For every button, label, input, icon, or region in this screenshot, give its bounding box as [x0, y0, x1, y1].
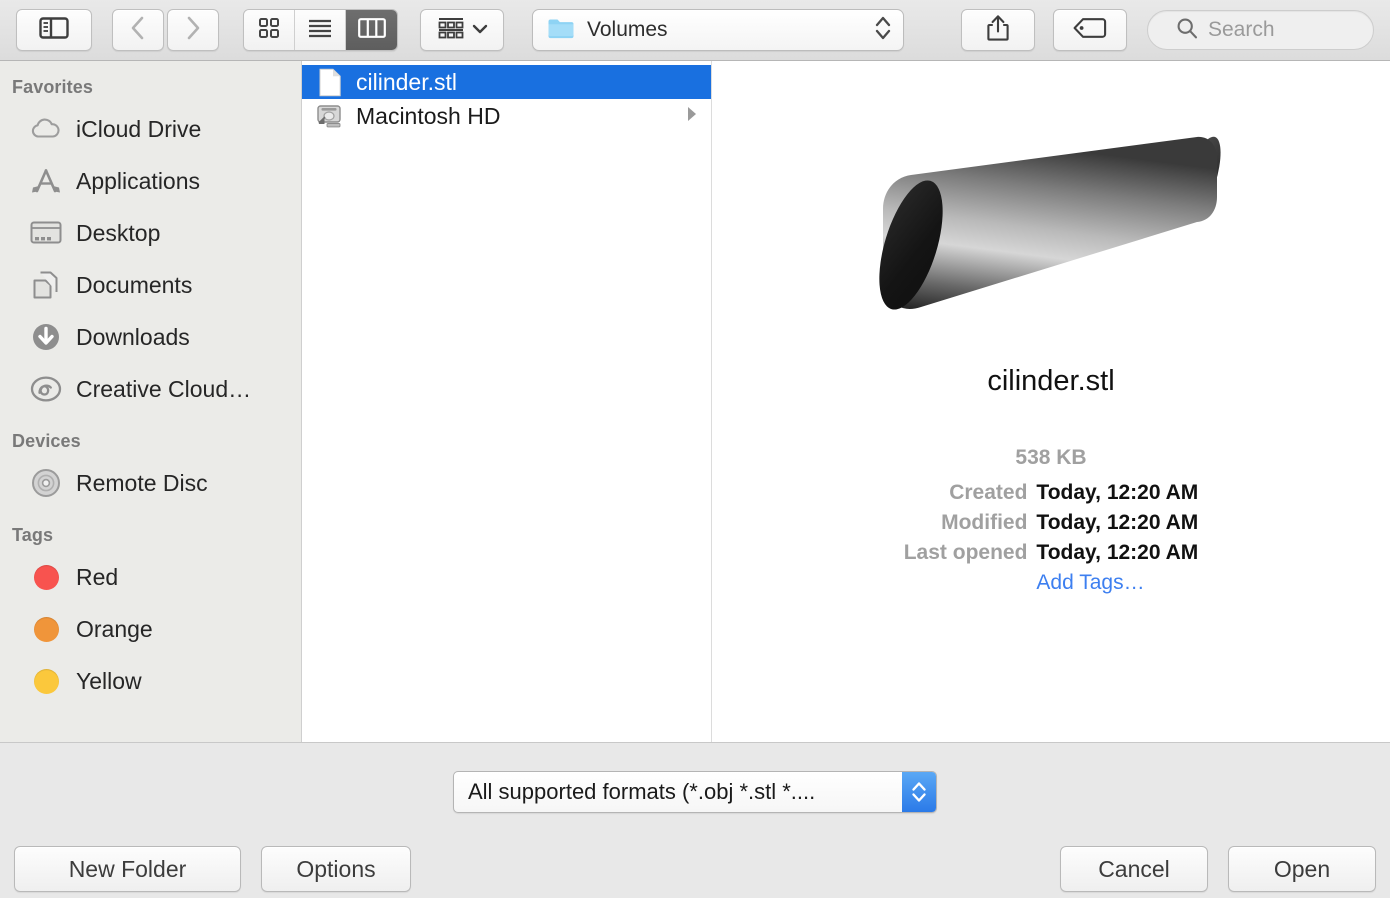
sidebar-item-label: Yellow [76, 667, 142, 694]
file-format-label: All supported formats (*.obj *.stl *.... [468, 779, 816, 804]
sidebar-item-label: Desktop [76, 219, 161, 246]
sidebar-header-devices: Devices [12, 431, 81, 451]
metadata-value: Today, 12:20 AM [1036, 511, 1199, 534]
forward-button[interactable] [167, 9, 219, 51]
chevron-right-icon[interactable] [685, 105, 699, 128]
navigation-button-group [112, 9, 219, 51]
sidebar-item-documents[interactable]: Documents [0, 259, 301, 311]
grid-icon [258, 17, 280, 44]
metadata-key: Modified [941, 511, 1028, 534]
preview-filename: cilinder.stl [987, 365, 1115, 397]
file-format-popup-button[interactable]: All supported formats (*.obj *.stl *.... [453, 771, 937, 813]
metadata-row-last-opened: Last opened Today, 12:20 AM [904, 538, 1199, 568]
column-view-button[interactable] [346, 10, 397, 50]
sidebar-item-creative-cloud[interactable]: Creative Cloud… [0, 363, 301, 415]
documents-icon [26, 270, 66, 300]
metadata-row-created: Created Today, 12:20 AM [904, 478, 1199, 508]
sidebar-item-label: Remote Disc [76, 469, 208, 496]
folder-icon [547, 17, 575, 44]
up-down-arrows-icon[interactable] [902, 772, 936, 812]
sidebar-item-applications[interactable]: Applications [0, 155, 301, 207]
metadata-row-add-tags: Add Tags… [904, 568, 1199, 598]
file-list-item-label: cilinder.stl [356, 68, 457, 95]
new-folder-button[interactable]: New Folder [14, 846, 241, 892]
file-list-item-macintosh-hd[interactable]: Macintosh HD [302, 99, 711, 133]
cloud-icon [26, 117, 66, 141]
dialog-button-row: New Folder Options Cancel Open [0, 840, 1390, 898]
applications-icon [26, 167, 66, 195]
3d-cone-model-preview [861, 101, 1241, 339]
sidebar-item-remote-disc[interactable]: Remote Disc [0, 457, 301, 509]
sidebar-item-desktop[interactable]: Desktop [0, 207, 301, 259]
icon-view-button[interactable] [244, 10, 295, 50]
chevron-down-icon [472, 21, 488, 39]
chevron-left-icon [129, 15, 147, 46]
sidebar-header-favorites: Favorites [12, 77, 93, 97]
sidebar-item-tag-yellow[interactable]: Yellow [0, 655, 301, 707]
arrange-button[interactable] [420, 9, 504, 51]
sidebar-toggle-icon [39, 16, 69, 45]
document-file-icon [314, 68, 346, 97]
search-icon [1176, 17, 1198, 44]
file-list-column: cilinder.stl Macintosh HD [302, 61, 712, 742]
sidebar-item-downloads[interactable]: Downloads [0, 311, 301, 363]
sidebar-header-tags: Tags [12, 525, 54, 545]
metadata-value: Today, 12:20 AM [1036, 541, 1199, 564]
search-placeholder: Search [1208, 18, 1275, 41]
metadata-value: Today, 12:20 AM [1036, 481, 1199, 504]
tag-dot-icon [26, 616, 66, 642]
path-popup-button[interactable]: Volumes [532, 9, 904, 51]
search-input[interactable]: Search [1147, 10, 1374, 50]
options-button[interactable]: Options [261, 846, 411, 892]
desktop-icon [26, 220, 66, 246]
path-label: Volumes [587, 18, 668, 41]
share-icon [986, 14, 1010, 47]
preview-file-size: 538 KB [1015, 446, 1087, 469]
sidebar: Favorites iCloud Drive Applications Desk… [0, 61, 302, 742]
tag-icon [1073, 17, 1107, 44]
sidebar-item-tag-orange[interactable]: Orange [0, 603, 301, 655]
metadata-key: Created [949, 481, 1028, 504]
add-tags-link[interactable]: Add Tags… [1036, 571, 1144, 594]
metadata-row-modified: Modified Today, 12:20 AM [904, 508, 1199, 538]
view-mode-segmented-control [243, 9, 398, 51]
open-button[interactable]: Open [1228, 846, 1376, 892]
sidebar-item-label: Red [76, 563, 119, 590]
list-view-button[interactable] [295, 10, 346, 50]
chevron-right-icon [184, 15, 202, 46]
sidebar-item-icloud-drive[interactable]: iCloud Drive [0, 103, 301, 155]
open-file-dialog: Volumes Search Favorites iCloud Drive Ap… [0, 0, 1390, 898]
sidebar-item-label: iCloud Drive [76, 115, 202, 142]
share-button[interactable] [961, 9, 1035, 51]
tag-button[interactable] [1053, 9, 1127, 51]
sidebar-item-label: Creative Cloud… [76, 375, 252, 402]
sidebar-item-label: Orange [76, 615, 153, 642]
metadata-key: Last opened [903, 541, 1028, 564]
list-icon [307, 18, 333, 43]
optical-disc-icon [26, 468, 66, 498]
format-filter-row: All supported formats (*.obj *.stl *.... [0, 743, 1390, 841]
toolbar: Volumes Search [0, 0, 1390, 61]
up-down-arrows-icon [873, 13, 893, 48]
preview-metadata-table: Created Today, 12:20 AM Modified Today, … [904, 478, 1199, 598]
dialog-body: Favorites iCloud Drive Applications Desk… [0, 61, 1390, 742]
preview-pane: cilinder.stl 538 KB Created Today, 12:20… [712, 61, 1390, 742]
downloads-icon [26, 322, 66, 352]
cancel-button[interactable]: Cancel [1060, 846, 1208, 892]
sidebar-item-label: Downloads [76, 323, 190, 350]
tag-dot-icon [26, 668, 66, 694]
sidebar-item-label: Documents [76, 271, 193, 298]
back-button[interactable] [112, 9, 164, 51]
dialog-footer: All supported formats (*.obj *.stl *....… [0, 742, 1390, 898]
creative-cloud-icon [26, 375, 66, 403]
arrange-icon [437, 16, 465, 45]
sidebar-item-tag-red[interactable]: Red [0, 551, 301, 603]
file-list-item-label: Macintosh HD [356, 102, 501, 129]
sidebar-item-label: Applications [76, 167, 201, 194]
file-list-item-cilinder[interactable]: cilinder.stl [302, 65, 711, 99]
columns-icon [357, 17, 386, 43]
sidebar-toggle-button[interactable] [16, 9, 92, 51]
tag-dot-icon [26, 564, 66, 590]
hard-drive-icon [314, 103, 346, 129]
